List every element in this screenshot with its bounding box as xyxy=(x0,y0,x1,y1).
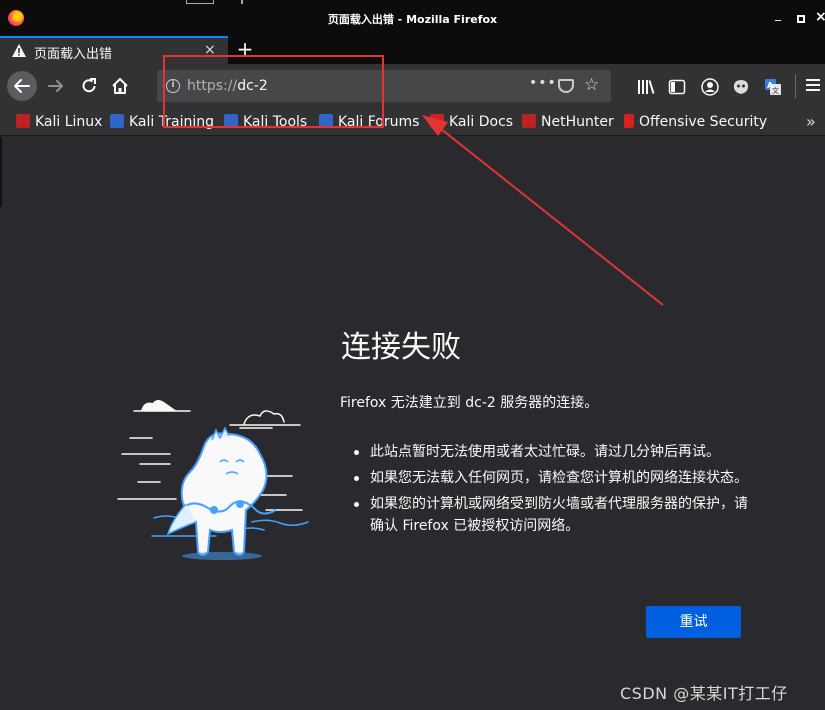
bookmark-kali-docs[interactable]: Kali Docs xyxy=(430,114,513,132)
kali-icon xyxy=(16,114,30,128)
forward-button[interactable] xyxy=(46,76,66,96)
arrow-left-icon xyxy=(14,79,30,93)
list-item: 如果您无法载入任何网页，请检查您计算机的网络连接状态。 xyxy=(354,467,754,489)
reload-button[interactable] xyxy=(79,76,99,96)
titlebar-decoration-2 xyxy=(241,0,243,4)
bookmark-label: Kali Linux xyxy=(35,114,103,130)
maximize-button[interactable] xyxy=(797,15,805,23)
bookmark-kali-linux[interactable]: Kali Linux xyxy=(16,114,102,132)
bookmark-label: Offensive Security xyxy=(639,114,768,130)
error-title: 连接失败 xyxy=(341,330,461,365)
bookmark-star-icon[interactable]: ☆ xyxy=(584,75,599,95)
titlebar-decoration xyxy=(186,0,214,4)
nethunter-icon xyxy=(522,114,536,128)
pocket-icon[interactable] xyxy=(558,79,574,93)
bookmark-label: NetHunter xyxy=(541,114,614,130)
error-suggestions-list: 此站点暂时无法使用或者太过忙碌。请过几分钟后再试。 如果您无法载入任何网页，请检… xyxy=(354,441,754,541)
toolbar-separator xyxy=(795,74,796,98)
csdn-watermark: CSDN @某某IT打工仔 xyxy=(620,684,788,703)
translate-icon[interactable]: A 文 xyxy=(764,78,782,96)
window-titlebar: 页面载入出错 - Mozilla Firefox _ × xyxy=(0,0,825,36)
list-item: 如果您的计算机或网络受到防火墙或者代理服务器的保护，请确认 Firefox 已被… xyxy=(354,493,754,537)
hamburger-menu-icon[interactable] xyxy=(806,78,820,92)
bookmarks-overflow-chevron-icon[interactable]: » xyxy=(806,112,816,131)
back-button[interactable] xyxy=(7,71,37,101)
bookmark-label: Kali Docs xyxy=(449,114,514,130)
window-close-button[interactable]: × xyxy=(815,9,825,25)
account-icon[interactable] xyxy=(701,78,719,96)
disconnected-dinosaur-illustration xyxy=(117,400,309,560)
tab-strip: 页面载入出错 × + xyxy=(0,36,825,64)
navigation-toolbar: i https://dc-2 ••• ☆ A 文 xyxy=(0,64,825,108)
minimize-button[interactable]: _ xyxy=(771,7,785,23)
error-description: Firefox 无法建立到 dc-2 服务器的连接。 xyxy=(340,395,599,411)
annotation-highlight-box xyxy=(163,55,384,128)
svg-text:文: 文 xyxy=(772,86,779,95)
tab-title: 页面载入出错 xyxy=(34,47,113,62)
offsec-icon xyxy=(624,114,634,128)
window-title: 页面载入出错 - Mozilla Firefox xyxy=(327,13,498,26)
retry-button[interactable]: 重试 xyxy=(646,606,741,638)
arrow-right-icon xyxy=(48,80,63,92)
kali-docs-icon xyxy=(430,114,444,128)
bookmarks-toolbar: Kali Linux Kali Training Kali Tools Kali… xyxy=(0,108,825,136)
sidebar-icon[interactable] xyxy=(668,78,686,96)
kali-training-icon xyxy=(110,114,124,128)
extension-icon[interactable] xyxy=(732,78,750,96)
bookmark-nethunter[interactable]: NetHunter xyxy=(522,114,614,132)
reload-icon xyxy=(82,78,96,93)
page-actions-button[interactable]: ••• xyxy=(529,75,557,91)
home-button[interactable] xyxy=(110,76,130,96)
warning-icon xyxy=(12,44,26,57)
home-icon xyxy=(112,78,128,94)
window-edge xyxy=(0,137,2,207)
library-icon[interactable] xyxy=(637,78,655,96)
bookmark-offensive-security[interactable]: Offensive Security xyxy=(624,114,767,132)
list-item: 此站点暂时无法使用或者太过忙碌。请过几分钟后再试。 xyxy=(354,441,754,463)
